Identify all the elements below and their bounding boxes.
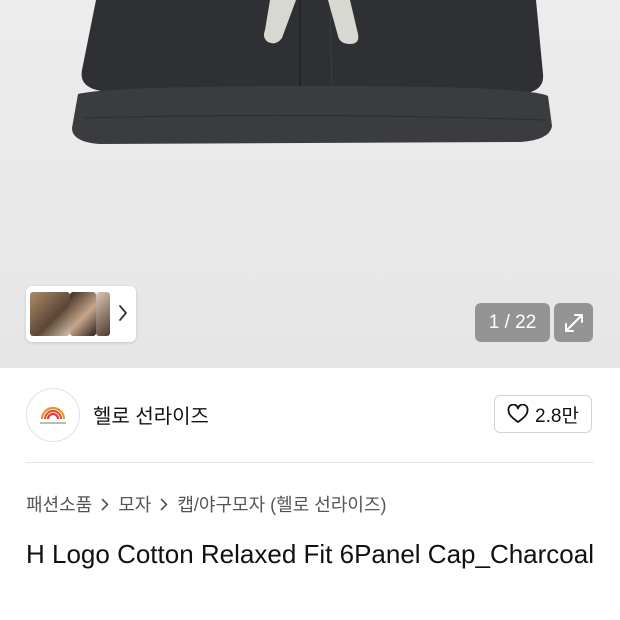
brand-like-button[interactable]: 2.8만 [494, 395, 592, 433]
product-title: H Logo Cotton Relaxed Fit 6Panel Cap_Cha… [26, 539, 595, 569]
brand-logo[interactable] [26, 388, 80, 442]
expand-icon [564, 313, 583, 332]
chevron-right-icon[interactable] [118, 304, 128, 322]
product-image-gallery[interactable]: 1 / 22 [0, 0, 620, 368]
breadcrumb-item-caps[interactable]: 캡/야구모자 (헬로 선라이즈) [177, 491, 386, 517]
chevron-right-icon [161, 498, 168, 510]
brand-name[interactable]: 헬로 선라이즈 [93, 400, 209, 429]
chevron-right-icon [101, 498, 109, 510]
thumbnail-photo[interactable] [96, 292, 110, 336]
thumbnail-photo[interactable] [30, 292, 70, 336]
expand-button[interactable] [554, 303, 593, 342]
divider [26, 462, 594, 463]
heart-icon [507, 404, 529, 423]
like-count: 2.8만 [535, 405, 579, 427]
breadcrumb-item-fashion-accessories[interactable]: 패션소품 [26, 491, 92, 517]
related-photos-strip[interactable] [26, 286, 136, 342]
brand-logo-icon [40, 406, 66, 424]
brand-row: 헬로 선라이즈 2.8만 [0, 368, 620, 462]
breadcrumb: 패션소품 모자 캡/야구모자 (헬로 선라이즈) [26, 491, 387, 517]
breadcrumb-item-hats[interactable]: 모자 [118, 491, 151, 517]
thumbnail-photo[interactable] [70, 292, 96, 336]
image-counter: 1 / 22 [475, 303, 550, 342]
